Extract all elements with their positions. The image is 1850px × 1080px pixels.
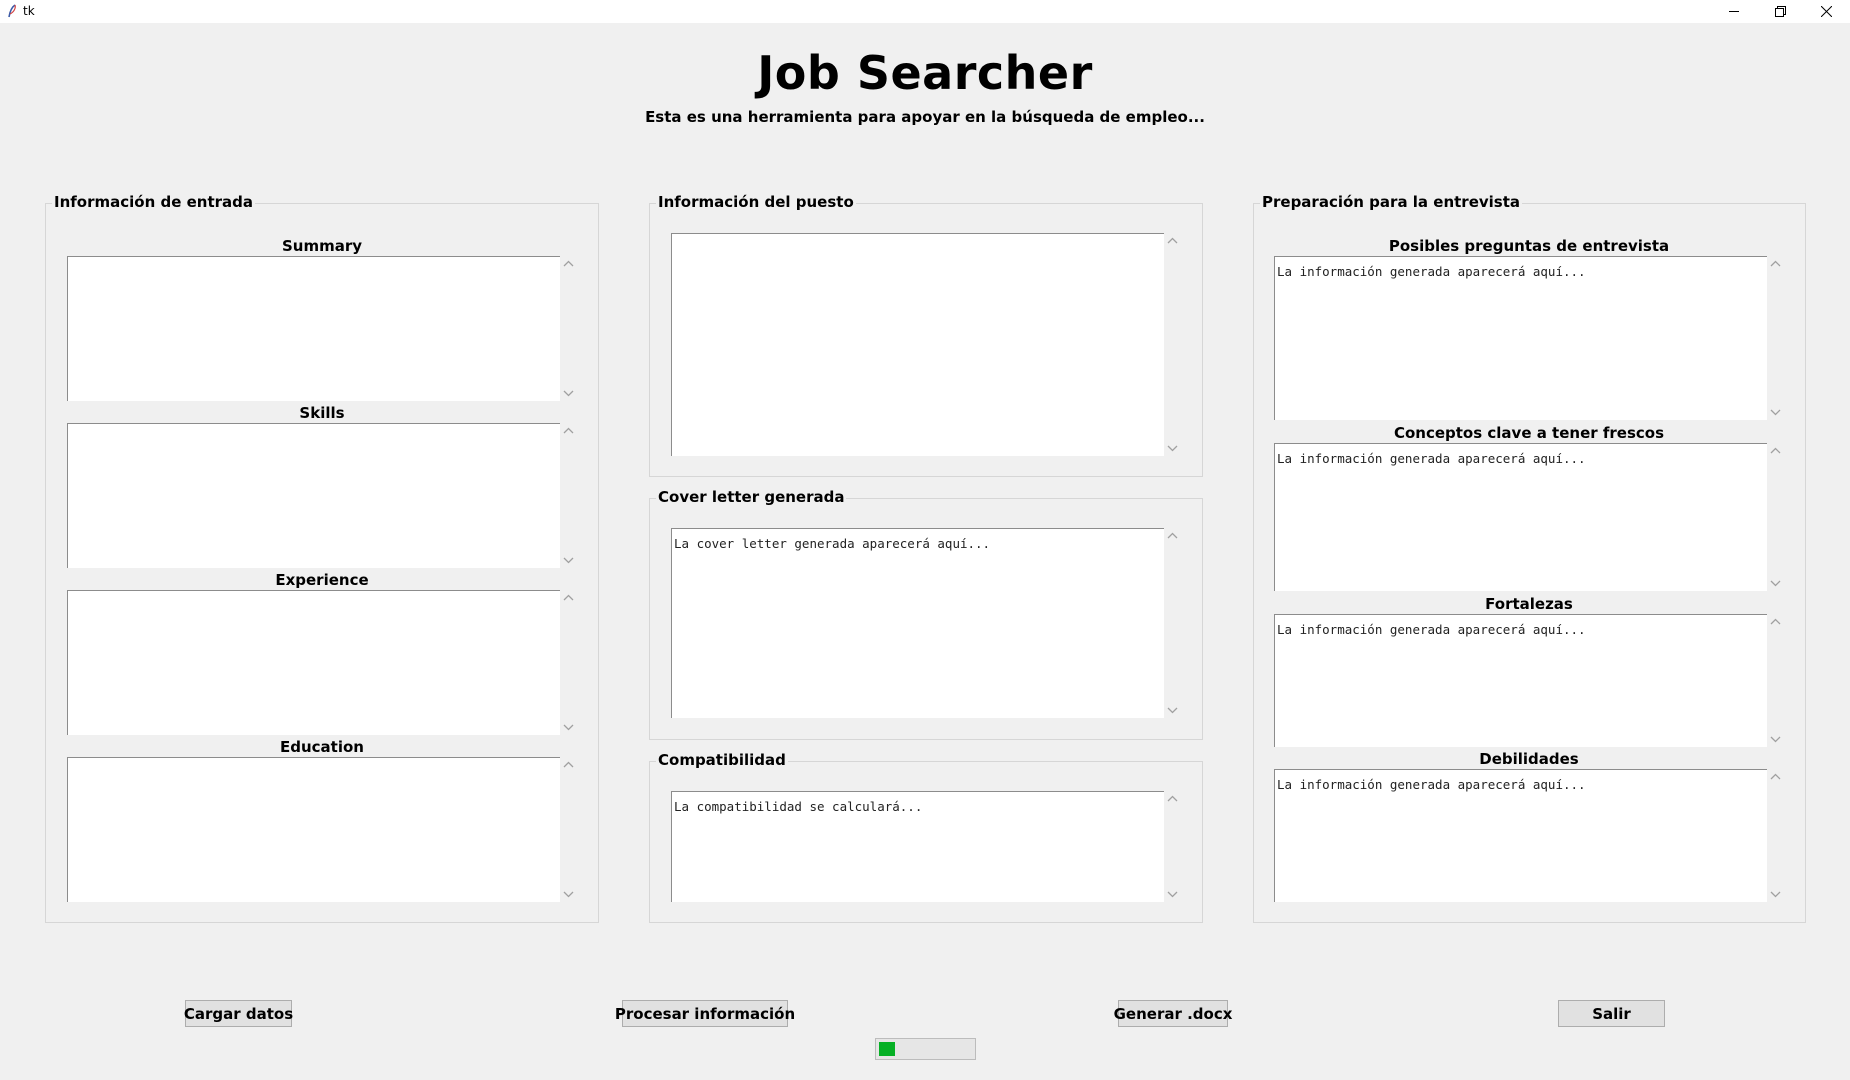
close-icon [1820,6,1832,17]
generate-docx-button[interactable]: Generar .docx [1114,1000,1232,1027]
scroll-down-arrow-icon[interactable] [1167,443,1178,453]
scroll-down-arrow-icon[interactable] [563,388,574,398]
job-frame-label: Información del puesto [656,193,856,211]
minimize-icon [1728,11,1739,12]
interview-questions-scrollbar[interactable] [1767,256,1784,420]
key-concepts-label: Conceptos clave a tener frescos [1393,424,1665,442]
key-concepts-textbox[interactable]: La información generada aparecerá aquí..… [1274,443,1767,591]
load-data-button[interactable]: Cargar datos [184,1000,293,1027]
strengths-scrollbar[interactable] [1767,614,1784,747]
education-scrollbar[interactable] [560,757,577,902]
tk-feather-icon [8,4,16,18]
restore-button[interactable] [1757,0,1803,23]
exit-button[interactable]: Salir [1558,1000,1665,1027]
scroll-up-arrow-icon[interactable] [563,760,574,770]
key-concepts-scrollbar[interactable] [1767,443,1784,591]
education-label: Education [280,738,364,756]
strengths-textbox[interactable]: La información generada aparecerá aquí..… [1274,614,1767,747]
app-subtitle: Esta es una herramienta para apoyar en l… [645,108,1205,126]
skills-label: Skills [299,404,345,422]
interview-questions-label: Posibles preguntas de entrevista [1388,237,1670,255]
scroll-down-arrow-icon[interactable] [1770,889,1781,899]
job-description-scrollbar[interactable] [1164,233,1181,456]
restore-icon [1774,6,1786,17]
process-info-button[interactable]: Procesar información [615,1000,795,1027]
scroll-down-arrow-icon[interactable] [563,722,574,732]
scroll-up-arrow-icon[interactable] [563,426,574,436]
scroll-up-arrow-icon[interactable] [1167,236,1178,246]
scroll-down-arrow-icon[interactable] [1770,407,1781,417]
scroll-down-arrow-icon[interactable] [563,555,574,565]
scroll-down-arrow-icon[interactable] [1770,734,1781,744]
scroll-up-arrow-icon[interactable] [1770,772,1781,782]
summary-textbox[interactable] [67,256,560,401]
experience-label: Experience [275,571,369,589]
window-title-bar: tk [0,0,1850,23]
cover-frame-label: Cover letter generada [656,488,847,506]
interview-questions-textbox[interactable]: La información generada aparecerá aquí..… [1274,256,1767,420]
scroll-up-arrow-icon[interactable] [1770,259,1781,269]
window-title: tk [23,4,35,18]
scroll-up-arrow-icon[interactable] [563,259,574,269]
progress-bar [875,1038,976,1060]
summary-scrollbar[interactable] [560,256,577,401]
experience-textbox[interactable] [67,590,560,735]
weaknesses-label: Debilidades [1479,750,1579,768]
interview-frame-label: Preparación para la entrevista [1260,193,1523,211]
scroll-up-arrow-icon[interactable] [1167,794,1178,804]
minimize-button[interactable] [1711,0,1757,23]
experience-scrollbar[interactable] [560,590,577,735]
compatibility-textbox[interactable]: La compatibilidad se calculará... [671,791,1164,902]
close-button[interactable] [1803,0,1849,23]
skills-scrollbar[interactable] [560,423,577,568]
skills-textbox[interactable] [67,423,560,568]
strengths-label: Fortalezas [1485,595,1573,613]
compatibility-scrollbar[interactable] [1164,791,1181,902]
scroll-down-arrow-icon[interactable] [1770,578,1781,588]
scroll-down-arrow-icon[interactable] [563,889,574,899]
scroll-up-arrow-icon[interactable] [1770,617,1781,627]
summary-label: Summary [281,237,363,255]
weaknesses-textbox[interactable]: La información generada aparecerá aquí..… [1274,769,1767,902]
progress-fill [879,1042,895,1056]
scroll-down-arrow-icon[interactable] [1167,889,1178,899]
scroll-down-arrow-icon[interactable] [1167,705,1178,715]
scroll-up-arrow-icon[interactable] [1770,446,1781,456]
app-title: Job Searcher [757,46,1093,100]
education-textbox[interactable] [67,757,560,902]
cover-letter-textbox[interactable]: La cover letter generada aparecerá aquí.… [671,528,1164,718]
scroll-up-arrow-icon[interactable] [563,593,574,603]
weaknesses-scrollbar[interactable] [1767,769,1784,902]
compat-frame-label: Compatibilidad [656,751,788,769]
job-description-textbox[interactable] [671,233,1164,456]
input-frame-label: Información de entrada [52,193,256,211]
scroll-up-arrow-icon[interactable] [1167,531,1178,541]
cover-letter-scrollbar[interactable] [1164,528,1181,718]
